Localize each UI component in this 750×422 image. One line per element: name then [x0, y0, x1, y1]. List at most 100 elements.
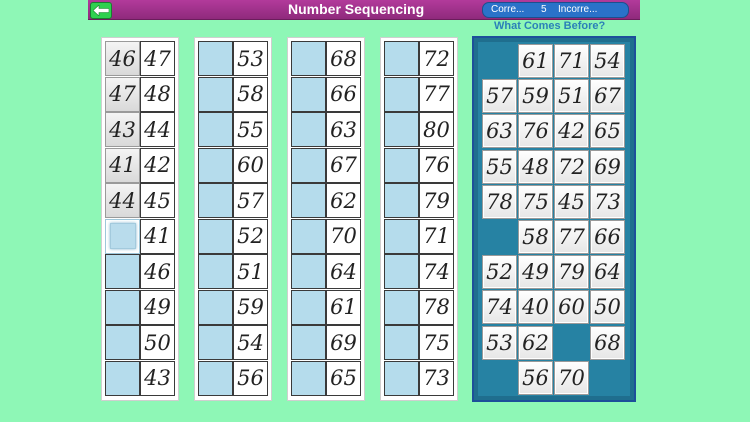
answer-slot[interactable] — [384, 254, 419, 289]
given-number: 80 — [419, 112, 454, 147]
answer-slot[interactable] — [291, 76, 326, 112]
given-number: 54 — [233, 325, 268, 360]
given-number: 44 — [140, 112, 175, 147]
answer-slot[interactable] — [198, 183, 233, 218]
number-tile[interactable]: 50 — [590, 290, 625, 325]
answer-slot[interactable] — [198, 218, 233, 254]
answer-slot[interactable] — [384, 147, 419, 183]
answer-slot[interactable] — [105, 218, 140, 254]
number-tile[interactable]: 69 — [590, 149, 625, 184]
number-tile[interactable]: 71 — [554, 44, 589, 78]
number-tile[interactable]: 65 — [590, 114, 625, 149]
number-tile[interactable]: 49 — [518, 255, 553, 290]
answer-slot[interactable] — [384, 41, 419, 76]
answer-slot[interactable] — [198, 254, 233, 289]
back-arrow-icon — [93, 5, 109, 16]
given-number: 63 — [326, 112, 361, 147]
given-number: 61 — [326, 289, 361, 325]
given-number: 52 — [233, 218, 268, 254]
answer-slot[interactable] — [291, 218, 326, 254]
number-tile[interactable]: 56 — [518, 360, 553, 395]
number-tile[interactable]: 64 — [590, 255, 625, 290]
number-tile[interactable]: 57 — [482, 79, 517, 114]
answer-slot[interactable] — [384, 218, 419, 254]
answer-slot[interactable] — [291, 360, 326, 396]
answer-slot[interactable] — [384, 289, 419, 325]
number-tile[interactable]: 72 — [554, 149, 589, 184]
number-tile[interactable]: 52 — [482, 255, 517, 290]
answer-slot[interactable] — [291, 325, 326, 360]
page-title: Number Sequencing — [288, 1, 425, 17]
answer-slot[interactable] — [105, 289, 140, 325]
number-tile[interactable]: 67 — [590, 79, 625, 114]
number-tile[interactable]: 74 — [482, 290, 517, 325]
number-tile[interactable]: 63 — [482, 114, 517, 149]
number-tile[interactable]: 48 — [518, 149, 553, 184]
number-tile[interactable]: 75 — [518, 184, 553, 219]
number-tile[interactable]: 54 — [590, 44, 625, 78]
given-number: 62 — [326, 183, 361, 218]
answer-slot[interactable] — [105, 325, 140, 360]
number-tile[interactable]: 76 — [518, 114, 553, 149]
placed-answer-tile[interactable]: 47 — [105, 76, 140, 112]
given-number: 47 — [140, 41, 175, 76]
number-tile[interactable]: 60 — [554, 290, 589, 325]
given-number: 57 — [233, 183, 268, 218]
given-number: 66 — [326, 76, 361, 112]
number-tile[interactable]: 58 — [518, 220, 553, 254]
answer-slot[interactable] — [291, 147, 326, 183]
answer-slot[interactable] — [198, 147, 233, 183]
number-tile[interactable]: 55 — [482, 149, 517, 184]
answer-slot[interactable] — [384, 360, 419, 396]
answer-slot[interactable] — [291, 289, 326, 325]
number-tile[interactable]: 79 — [554, 255, 589, 290]
header-bar: Number Sequencing Corre... 5 Incorre... — [88, 0, 640, 20]
answer-slot[interactable] — [105, 254, 140, 289]
answer-slot[interactable] — [198, 112, 233, 147]
answer-slot[interactable] — [198, 360, 233, 396]
given-number: 42 — [140, 147, 175, 183]
number-tile[interactable]: 62 — [518, 325, 553, 360]
sequence-column-1: 46 47 47 48 43 44 41 42 44 45 41 46 49 50 43 — [101, 37, 179, 401]
number-tile[interactable]: 68 — [590, 325, 625, 360]
back-button[interactable] — [90, 2, 112, 19]
placed-answer-tile[interactable]: 41 — [105, 147, 140, 183]
number-tile[interactable]: 53 — [482, 325, 517, 360]
number-tile[interactable]: 78 — [482, 184, 517, 219]
number-tile[interactable]: 59 — [518, 79, 553, 114]
answer-slot[interactable] — [291, 183, 326, 218]
given-number: 46 — [140, 254, 175, 289]
placed-answer-tile[interactable]: 43 — [105, 112, 140, 147]
number-tile[interactable]: 66 — [590, 220, 625, 254]
answer-slot[interactable] — [198, 41, 233, 76]
given-number: 73 — [419, 360, 454, 396]
answer-slot[interactable] — [198, 76, 233, 112]
answer-slot[interactable] — [291, 254, 326, 289]
answer-slot[interactable] — [105, 360, 140, 396]
given-number: 68 — [326, 41, 361, 76]
tile-tray: 61 71 54 57 59 51 67 63 76 42 65 55 48 72 69 78 75 45 73 58… — [472, 36, 636, 402]
number-tile[interactable]: 51 — [554, 79, 589, 114]
number-tile[interactable]: 45 — [554, 184, 589, 219]
placed-answer-tile[interactable]: 44 — [105, 183, 140, 218]
number-tile[interactable]: 61 — [518, 44, 553, 78]
answer-slot[interactable] — [384, 76, 419, 112]
given-number: 43 — [140, 360, 175, 396]
number-tile[interactable]: 40 — [518, 290, 553, 325]
answer-slot[interactable] — [384, 183, 419, 218]
answer-slot[interactable] — [384, 325, 419, 360]
given-number: 49 — [140, 289, 175, 325]
answer-slot[interactable] — [291, 112, 326, 147]
number-tile[interactable]: 42 — [554, 114, 589, 149]
number-tile[interactable]: 77 — [554, 220, 589, 254]
answer-slot[interactable] — [384, 112, 419, 147]
number-tile[interactable]: 70 — [554, 360, 589, 395]
answer-slot[interactable] — [198, 289, 233, 325]
incorrect-label: Incorre... — [558, 4, 598, 15]
answer-slot[interactable] — [291, 41, 326, 76]
placed-answer-tile[interactable]: 46 — [105, 41, 140, 76]
number-tile[interactable]: 73 — [590, 184, 625, 219]
answer-slot[interactable] — [198, 325, 233, 360]
given-number: 70 — [326, 218, 361, 254]
given-number: 76 — [419, 147, 454, 183]
